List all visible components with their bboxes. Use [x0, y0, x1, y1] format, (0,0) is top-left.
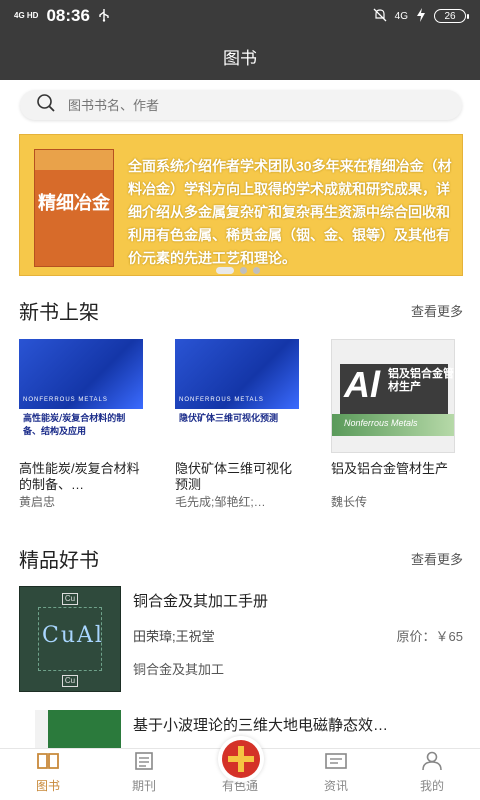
status-time: 08:36: [46, 6, 90, 25]
cover-series: Nonferrous Metals: [344, 418, 418, 428]
featured-more-link[interactable]: 查看更多: [411, 549, 463, 568]
book-name: 高性能炭/炭复合材料的制备、…: [19, 461, 140, 492]
mute-icon: [373, 8, 387, 25]
charging-icon: [416, 7, 426, 25]
book-cover: Al 铝及铝合金管材生产 Nonferrous Metals: [331, 339, 455, 453]
book-price: 原价：￥65: [396, 629, 463, 644]
book-cover: NONFERROUS METALS 高性能炭/炭复合材料的制备、结构及应用: [19, 339, 143, 453]
youse-center-button[interactable]: [218, 736, 264, 782]
cover-title: 隐伏矿体三维可视化预测: [179, 414, 279, 424]
banner-book-title: 精细冶金: [38, 193, 110, 213]
new-books-title: 新书上架: [19, 302, 99, 324]
book-category: 铜合金及其加工: [133, 662, 225, 677]
book-author: 魏长传: [331, 495, 368, 509]
cover-title: 高性能炭/炭复合材料的制备、结构及应用: [23, 414, 126, 437]
new-book-card[interactable]: Al 铝及铝合金管材生产 Nonferrous Metals 铝及铝合金管材生产…: [331, 339, 457, 510]
book-cover: Cu CuAl Cu: [19, 586, 121, 692]
youse-logo-icon: [222, 740, 260, 778]
header-bar: 图书: [0, 32, 480, 80]
featured-list-item[interactable]: Cu CuAl Cu 铜合金及其加工手册 田荣璋;王祝堂 原价：￥65 铜合金及…: [19, 586, 463, 692]
book-icon: [36, 751, 60, 777]
search-icon: [36, 93, 56, 118]
usb-icon: [98, 8, 110, 25]
search-bar[interactable]: [20, 90, 462, 120]
news-icon: [324, 751, 348, 777]
user-icon: [421, 751, 443, 777]
book-author: 田荣璋;王祝堂: [133, 629, 215, 644]
carousel-indicator: [216, 267, 260, 274]
new-book-card[interactable]: NONFERROUS METALS 高性能炭/炭复合材料的制备、结构及应用 高性…: [19, 339, 145, 510]
carousel-dot-active: [216, 267, 234, 274]
book-name: 隐伏矿体三维可视化预测: [175, 461, 293, 492]
featured-header: 精品好书 查看更多: [19, 544, 463, 573]
book-name: 铝及铝合金管材生产: [331, 461, 449, 476]
tab-label: 期刊: [131, 779, 156, 793]
signal-network-label: 4G: [394, 10, 408, 22]
book-author: 黄启忠: [19, 495, 56, 509]
journal-icon: [133, 751, 155, 777]
book-cover: [35, 710, 121, 748]
tab-label: 资讯: [323, 779, 348, 793]
page-title: 图书: [223, 48, 257, 68]
tab-journals[interactable]: 期刊: [96, 749, 192, 800]
tab-news[interactable]: 资讯: [288, 749, 384, 800]
book-title: 铜合金及其加工手册: [133, 593, 269, 610]
tab-label: 图书: [35, 779, 60, 793]
battery-level: 26: [444, 10, 456, 22]
carousel-dot: [240, 267, 247, 274]
new-books-header: 新书上架 查看更多: [19, 296, 463, 325]
tab-books[interactable]: 图书: [0, 749, 96, 800]
banner-description: 全面系统介绍作者学术团队30多年来在精细冶金（材料冶金）学科方向上取得的学术成就…: [128, 158, 452, 266]
status-bar: 4G HD 08:36 4G 26: [0, 0, 480, 32]
book-cover: NONFERROUS METALS 隐伏矿体三维可视化预测: [175, 339, 299, 453]
book-title: 基于小波理论的三维大地电磁静态效…: [133, 717, 389, 734]
banner-carousel[interactable]: 精细冶金 全面系统介绍作者学术团队30多年来在精细冶金（材料冶金）学科方向上取得…: [19, 134, 463, 276]
network-indicator: 4G HD: [14, 11, 39, 20]
cover-title: 铝及铝合金管材生产: [388, 368, 454, 393]
cover-series: NONFERROUS METALS: [23, 397, 108, 403]
featured-title: 精品好书: [19, 550, 99, 572]
new-book-card[interactable]: NONFERROUS METALS 隐伏矿体三维可视化预测 隐伏矿体三维可视化预…: [175, 339, 301, 510]
tab-label: 我的: [419, 779, 444, 793]
search-input[interactable]: [68, 97, 428, 113]
book-author: 毛先成;邹艳红;…: [175, 495, 266, 509]
tab-profile[interactable]: 我的: [384, 749, 480, 800]
battery-icon: 26: [434, 9, 469, 23]
cover-series: NONFERROUS METALS: [179, 397, 264, 403]
new-books-more-link[interactable]: 查看更多: [411, 301, 463, 320]
carousel-dot: [253, 267, 260, 274]
banner-book-cover: 精细冶金: [34, 149, 114, 267]
